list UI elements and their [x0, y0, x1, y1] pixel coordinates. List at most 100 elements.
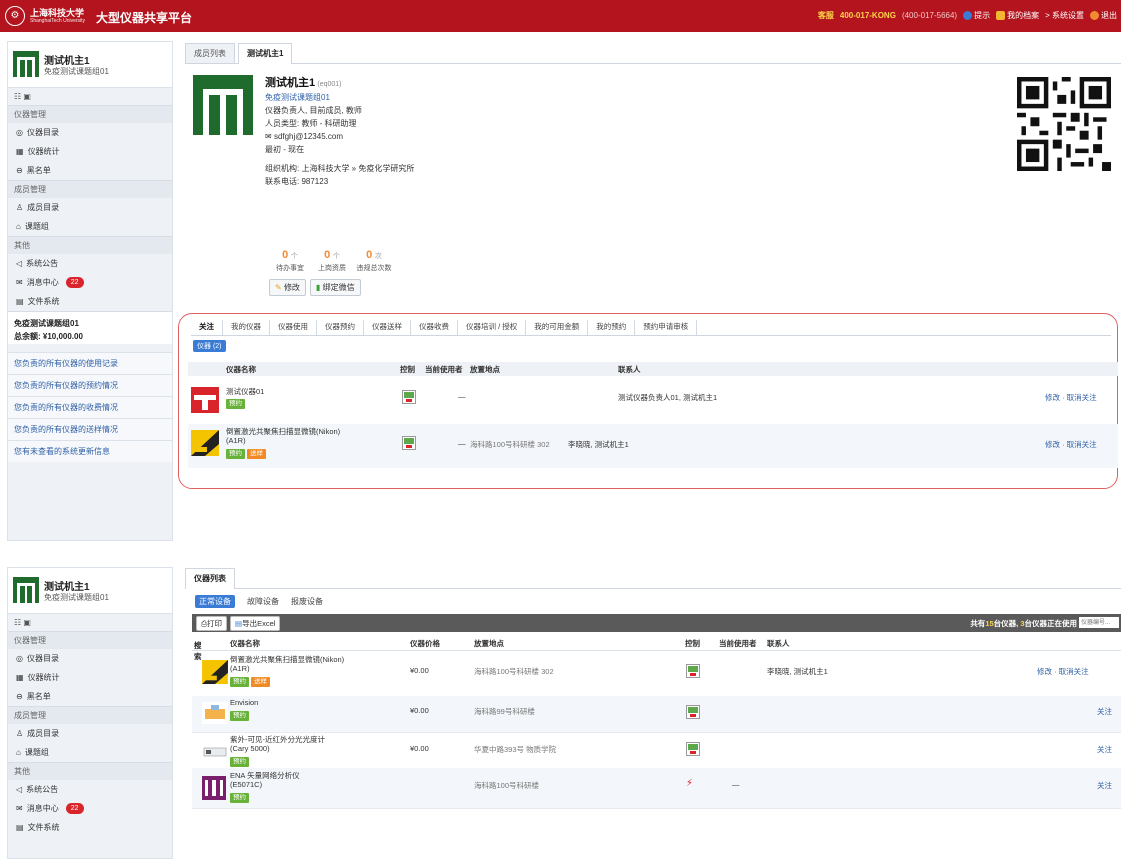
layout-toggle[interactable]: ☷ ▣ [8, 88, 172, 105]
location: 海科路99号科研楼 [474, 707, 535, 716]
subtab-normal[interactable]: 正常设备 [195, 595, 235, 608]
col-control: 控制 [400, 365, 415, 374]
row-actions[interactable]: 修改 · 取消关注 [1045, 392, 1097, 403]
bind-wechat-button[interactable]: ▮ 绑定微信 [309, 279, 361, 296]
follow-link[interactable]: 关注 [1097, 744, 1112, 755]
sidebar-item-groups[interactable]: ⌂ 课题组 [8, 217, 172, 236]
platform-title: 大型仪器共享平台 [96, 11, 193, 25]
my-profile-link[interactable]: 我的档案 [996, 10, 1039, 21]
ftab-review[interactable]: 预约申请审核 [635, 320, 698, 335]
sidebar-item-messages[interactable]: ✉ 消息中心 22 [8, 273, 172, 292]
table-row[interactable]: Envision 预约 ¥0.00 海科路99号科研楼 关注 [192, 696, 1121, 733]
edit-button[interactable]: ✎ 修改 [269, 279, 306, 296]
user-group[interactable]: 免疫测试课题组01 [44, 66, 109, 77]
sidebar-item-stats[interactable]: ▦ 仪器统计 [8, 668, 172, 687]
tab-profile[interactable]: 测试机主1 [238, 43, 293, 64]
ftab-training[interactable]: 仪器培训 / 授权 [458, 320, 527, 335]
reserve-tag[interactable]: 预约 [226, 449, 245, 459]
nikon-thumbnail [202, 660, 228, 684]
export-excel-button[interactable]: ▤导出Excel [230, 616, 281, 631]
tab-member-list[interactable]: 成员列表 [185, 43, 235, 63]
ftab-charges[interactable]: 仪器收费 [411, 320, 458, 335]
table-row[interactable]: 紫外-可见-近红外分光光度计 (Cary 5000) 预约 ¥0.00 华夏中路… [192, 732, 1121, 769]
table-row[interactable]: ENA 矢量网络分析仪 (E5071C) 预约 海科路100号科研楼 ⚡ — 关… [192, 768, 1121, 809]
instrument-search-input[interactable] [1079, 617, 1119, 628]
sample-tag[interactable]: 送样 [247, 449, 266, 459]
print-button[interactable]: ⎙打印 [196, 616, 227, 631]
logout-link[interactable]: 退出 [1090, 10, 1117, 21]
follow-link[interactable]: 关注 [1097, 706, 1112, 717]
ftab-my-reservations[interactable]: 我的预约 [588, 320, 636, 335]
ftab-reservation[interactable]: 仪器预约 [317, 320, 364, 335]
sidebar-item-groups[interactable]: ⌂ 课题组 [8, 743, 172, 762]
sidebar-item-files[interactable]: ▤ 文件系统 [8, 818, 172, 837]
monitor-icon[interactable] [402, 390, 416, 404]
reserve-tag[interactable]: 预约 [226, 399, 245, 409]
university-name-en: ShanghaiTech University [30, 18, 86, 24]
settings-link[interactable]: > 系统设置 [1045, 10, 1084, 21]
monitor-icon[interactable] [402, 436, 416, 450]
ftab-balance[interactable]: 我的可用金额 [526, 320, 589, 335]
monitor-icon[interactable] [686, 705, 700, 719]
offline-icon[interactable]: ⚡ [686, 778, 693, 789]
user-name[interactable]: 测试机主1 [44, 52, 90, 67]
profile-group-link[interactable]: 免疫测试课题组01 [265, 91, 414, 104]
monitor-icon[interactable] [686, 664, 700, 678]
ftab-usage[interactable]: 仪器使用 [270, 320, 317, 335]
page-tabs: 成员列表 测试机主1 [185, 43, 1121, 64]
help-link[interactable]: 提示 [963, 10, 990, 21]
avatar[interactable] [13, 51, 39, 77]
sidebar-item-messages[interactable]: ✉ 消息中心 22 [8, 799, 172, 818]
reserve-tag[interactable]: 预约 [230, 711, 249, 721]
link-samples[interactable]: 您负责的所有仪器的送样情况 [8, 418, 172, 440]
sidebar-item-blacklist[interactable]: ⊖ 黑名单 [8, 687, 172, 706]
stat-qualification[interactable]: 0 个上岗资质 [311, 249, 353, 273]
reserve-tag[interactable]: 预约 [230, 757, 249, 767]
stat-violations[interactable]: 0 次违规总次数 [353, 249, 395, 273]
instrument-name[interactable]: 测试仪器01 [226, 386, 264, 397]
row-actions[interactable]: 修改 · 取消关注 [1045, 439, 1097, 450]
hotline-alt: (400-017-5664) [901, 11, 958, 20]
sidebar-item-blacklist[interactable]: ⊖ 黑名单 [8, 161, 172, 180]
sidebar-item-notice[interactable]: ◁ 系统公告 [8, 254, 172, 273]
follow-link[interactable]: 关注 [1097, 780, 1112, 791]
sidebar-item-catalog[interactable]: ◎ 仪器目录 [8, 649, 172, 668]
link-usage-records[interactable]: 您负责的所有仪器的使用记录 [8, 352, 172, 374]
table-row[interactable]: 倒置激光共聚焦扫描显微镜(Nikon) (A1R) 预约 送样 ¥0.00 海科路… [192, 652, 1121, 697]
user-group[interactable]: 免疫测试课题组01 [44, 592, 109, 603]
ftab-samples[interactable]: 仪器送样 [364, 320, 411, 335]
avatar[interactable] [13, 577, 39, 603]
sidebar-item-catalog[interactable]: ◎ 仪器目录 [8, 123, 172, 142]
sidebar-item-members[interactable]: ♙ 成员目录 [8, 724, 172, 743]
row-actions[interactable]: 修改 · 取消关注 [1037, 666, 1089, 677]
subtab-faulty[interactable]: 故障设备 [247, 595, 279, 608]
sample-tag[interactable]: 送样 [251, 677, 270, 687]
sidebar-item-stats[interactable]: ▦ 仪器统计 [8, 142, 172, 161]
hotline-number: 400-017-KONG [839, 11, 896, 20]
list-toolbar: ⎙打印 ▤导出Excel 共有15台仪器, 3台仪器正在使用 [192, 614, 1121, 632]
table-row[interactable]: 倒置激光共聚焦扫描显微镜(Nikon) (A1R) 预约 送样 — 海科路100号… [188, 424, 1118, 468]
ftab-follow[interactable]: 关注 [191, 320, 223, 335]
subtab-scrapped[interactable]: 报废设备 [291, 595, 323, 608]
layout-toggle[interactable]: ☷ ▣ [8, 614, 172, 631]
stats-icon: ▦ [16, 673, 24, 682]
instrument-price: ¥0.00 [410, 666, 429, 675]
sidebar-item-notice[interactable]: ◁ 系统公告 [8, 780, 172, 799]
link-reservations[interactable]: 您负责的所有仪器的预约情况 [8, 374, 172, 396]
reserve-tag[interactable]: 预约 [230, 793, 249, 803]
monitor-icon[interactable] [686, 742, 700, 756]
table-row[interactable]: 测试仪器01 预约 — 测试仪器负责人01, 测试机主1 修改 · 取消关注 [188, 384, 1118, 420]
sidebar-item-files[interactable]: ▤ 文件系统 [8, 292, 172, 311]
reserve-tag[interactable]: 预约 [230, 677, 249, 687]
sidebar-item-members[interactable]: ♙ 成员目录 [8, 198, 172, 217]
link-updates[interactable]: 您有未查看的系统更新信息 [8, 440, 172, 462]
link-charges[interactable]: 您负责的所有仪器的收费情况 [8, 396, 172, 418]
stat-todo[interactable]: 0 个待办事宜 [269, 249, 311, 273]
profile-email[interactable]: ✉ sdfghj@12345.com [265, 130, 414, 143]
tab-instrument-list[interactable]: 仪器列表 [185, 568, 235, 589]
instrument-name[interactable]: Envision [230, 698, 258, 707]
user-name[interactable]: 测试机主1 [44, 578, 90, 593]
ftab-my-instruments[interactable]: 我的仪器 [223, 320, 270, 335]
instrument-filter[interactable]: 仪器 (2) [193, 340, 226, 352]
col-name: 仪器名称 [226, 365, 256, 374]
